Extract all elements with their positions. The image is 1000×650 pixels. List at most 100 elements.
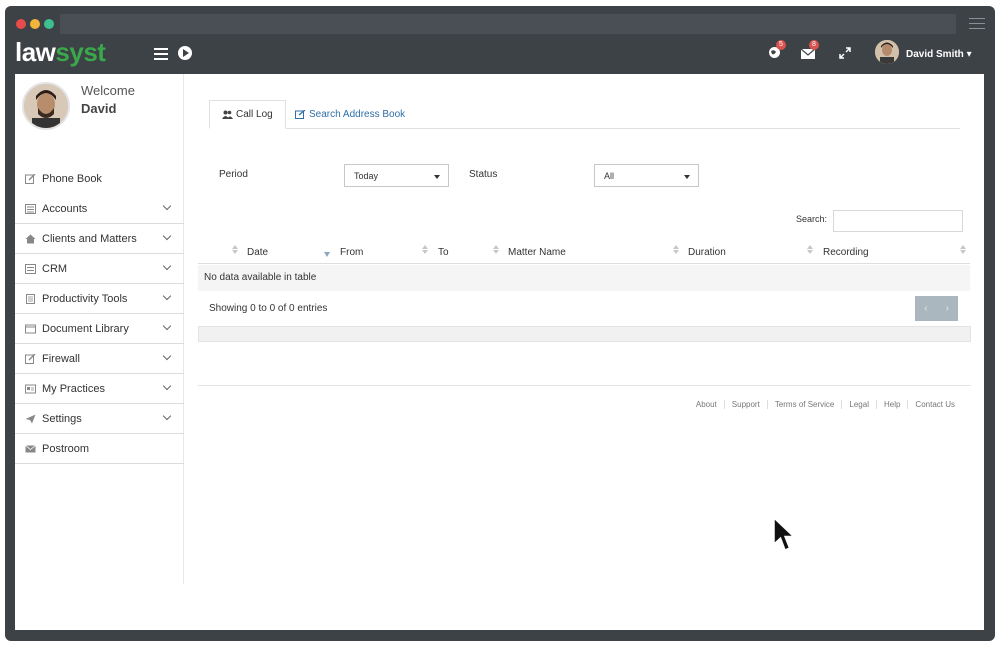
minimize-window-button[interactable] [30, 19, 40, 29]
sidebar-item-label: Firewall [42, 352, 80, 365]
sort-icon[interactable] [960, 245, 966, 254]
sidebar-item-label: Phone Book [42, 173, 102, 185]
sidebar-item-phone-book[interactable]: Phone Book [15, 164, 184, 194]
footer-legal-link[interactable]: Legal [841, 400, 876, 409]
sidebar-item-productivity-tools[interactable]: Productivity Tools [15, 284, 184, 314]
sort-icon[interactable] [422, 245, 428, 254]
footer-divider [198, 385, 971, 386]
users-icon [222, 110, 233, 119]
book-icon [25, 324, 36, 333]
browser-menu-icon[interactable] [969, 18, 985, 33]
sidebar-item-label: Settings [42, 412, 82, 425]
sidebar-nav: Phone Book Accounts Clients and Matters … [15, 164, 184, 464]
footer-contact-link[interactable]: Contact Us [907, 400, 962, 409]
sidebar-item-firewall[interactable]: Firewall [15, 344, 184, 374]
expand-icon[interactable] [839, 46, 853, 59]
column-to[interactable]: To [438, 247, 449, 258]
maximize-window-button[interactable] [44, 19, 54, 29]
window-controls [16, 19, 54, 29]
status-selected-value: All [604, 170, 615, 181]
edit-icon [25, 174, 36, 184]
tab-search-address-book[interactable]: Search Address Book [283, 100, 417, 129]
brand-part1: law [15, 37, 56, 67]
sidebar-item-settings[interactable]: Settings [15, 404, 184, 434]
tab-bar: Call Log Search Address Book [209, 100, 960, 129]
sidebar-item-postroom[interactable]: Postroom [15, 434, 184, 464]
chevron-down-icon [162, 351, 172, 361]
pager-next-button[interactable]: › [937, 296, 959, 321]
chevron-down-icon [162, 261, 172, 271]
column-from[interactable]: From [340, 247, 363, 258]
status-select[interactable]: All [594, 164, 699, 187]
sidebar-item-my-practices[interactable]: My Practices [15, 374, 184, 404]
footer-terms-link[interactable]: Terms of Service [766, 400, 842, 409]
menu-icon[interactable] [154, 48, 168, 63]
period-selected-value: Today [354, 170, 379, 181]
sort-desc-icon[interactable] [324, 252, 330, 257]
sidebar-item-crm[interactable]: CRM [15, 254, 184, 284]
tab-label: Call Log [236, 109, 273, 120]
chevron-down-icon [162, 291, 172, 301]
column-matter-name[interactable]: Matter Name [508, 247, 566, 258]
chevron-down-icon [162, 411, 172, 421]
mail-icon[interactable]: 8 [800, 40, 819, 59]
document-icon [26, 293, 35, 304]
user-menu[interactable]: David Smith ▾ [906, 49, 972, 60]
chevron-down-icon [162, 381, 172, 391]
column-recording[interactable]: Recording [823, 247, 869, 258]
brand-part2: syst [55, 37, 106, 67]
sidebar: Welcome David Phone Book Accounts Client… [15, 74, 184, 584]
horizontal-scrollbar[interactable] [198, 326, 971, 342]
sidebar-item-clients-and-matters[interactable]: Clients and Matters [15, 224, 184, 254]
column-date[interactable]: Date [247, 247, 268, 258]
envelope-icon [25, 444, 36, 452]
edit-icon [25, 353, 36, 364]
sidebar-item-label: CRM [42, 262, 68, 275]
sidebar-item-label: Productivity Tools [42, 292, 128, 305]
welcome-text: Welcome [81, 83, 135, 98]
pager-prev-button[interactable]: ‹ [915, 296, 937, 321]
search-input[interactable] [833, 210, 963, 232]
list-icon [25, 263, 36, 274]
brand-logo[interactable]: lawsyst [15, 37, 106, 68]
chevron-down-icon [162, 201, 172, 211]
sidebar-item-label: Postroom [42, 442, 90, 455]
user-avatar[interactable] [875, 40, 899, 64]
play-icon[interactable] [178, 46, 192, 60]
app-header: lawsyst 5 8 David Smith ▾ [9, 34, 980, 72]
mouse-cursor-icon [773, 517, 796, 552]
column-duration[interactable]: Duration [688, 247, 726, 258]
pagination: ‹ › [915, 296, 958, 321]
footer-about-link[interactable]: About [689, 400, 724, 409]
close-window-button[interactable] [16, 19, 26, 29]
sidebar-item-accounts[interactable]: Accounts [15, 194, 184, 224]
table-header: Date From To Matter Name Duration Record… [198, 240, 970, 264]
chevron-down-icon [162, 321, 172, 331]
notifications-badge: 5 [776, 40, 786, 50]
sidebar-item-label: My Practices [42, 382, 105, 395]
sort-icon[interactable] [673, 245, 679, 254]
profile-avatar[interactable] [22, 82, 70, 130]
tab-call-log[interactable]: Call Log [209, 100, 286, 129]
sidebar-item-document-library[interactable]: Document Library [15, 314, 184, 344]
chevron-down-icon [684, 175, 690, 179]
status-label: Status [469, 169, 498, 180]
period-label: Period [219, 169, 248, 180]
sidebar-item-label: Accounts [42, 202, 88, 215]
address-bar[interactable] [60, 14, 956, 36]
search-label: Search: [796, 214, 828, 224]
period-select[interactable]: Today [344, 164, 449, 187]
sort-icon[interactable] [232, 245, 238, 254]
footer-support-link[interactable]: Support [723, 400, 767, 409]
sidebar-item-label: Clients and Matters [42, 232, 137, 245]
sort-icon[interactable] [807, 245, 813, 254]
home-icon [25, 234, 36, 243]
profile-name: David [81, 101, 117, 116]
card-icon [25, 384, 36, 393]
messages-badge: 8 [809, 40, 819, 50]
edit-icon [295, 110, 306, 119]
sort-icon[interactable] [493, 245, 499, 254]
globe-icon[interactable]: 5 [768, 40, 786, 58]
footer-help-link[interactable]: Help [875, 400, 907, 409]
calculator-icon [25, 203, 36, 214]
